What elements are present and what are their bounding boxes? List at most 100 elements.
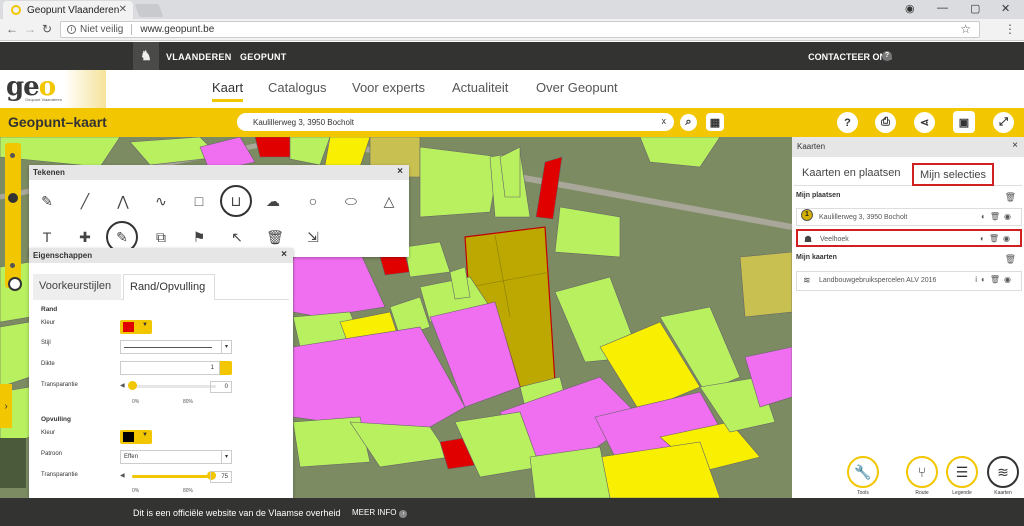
- marker-icon[interactable]: ✚: [73, 225, 97, 249]
- delete-icon[interactable]: 🗑: [990, 212, 1004, 221]
- nav-actualiteit[interactable]: Actualiteit: [452, 80, 508, 95]
- save-icon[interactable]: ▣: [953, 111, 975, 133]
- ellipse-icon[interactable]: ⬭: [339, 189, 363, 213]
- close-kaarten-icon[interactable]: ×: [1012, 140, 1018, 151]
- map-layer-item[interactable]: ≋ Landbouwgebruikspercelen ALV 2016 i◐🗑◉: [796, 271, 1022, 291]
- visibility-eye-icon[interactable]: ◉: [1003, 234, 1014, 243]
- vlaanderen-lion-icon[interactable]: ♞: [133, 42, 159, 70]
- parcel[interactable]: [379, 254, 411, 276]
- pencil-icon[interactable]: ✎: [35, 189, 59, 213]
- opacity-icon[interactable]: ◐: [981, 212, 990, 221]
- visibility-eye-icon[interactable]: ◉: [1004, 275, 1015, 284]
- geopunt-link[interactable]: GEOPUNT: [240, 52, 287, 62]
- help-icon[interactable]: ?: [882, 51, 892, 61]
- meer-info-link[interactable]: MEER INFO ›: [352, 508, 408, 518]
- expand-left-panel-icon[interactable]: ›: [0, 384, 12, 428]
- opacity-icon[interactable]: ◐: [980, 234, 989, 243]
- parcel[interactable]: [0, 321, 31, 388]
- circle-icon[interactable]: ○: [301, 189, 325, 213]
- security-indicator[interactable]: i Niet veilig: [67, 24, 123, 35]
- line-icon[interactable]: ╱: [73, 189, 97, 213]
- clear-search-icon[interactable]: x: [662, 116, 667, 126]
- rectangle-icon[interactable]: □: [187, 189, 211, 213]
- zoom-handle[interactable]: [8, 193, 18, 203]
- url-field[interactable]: i Niet veilig www.geopunt.be ☆: [60, 21, 980, 38]
- fullscreen-icon[interactable]: ⤢: [993, 112, 1014, 133]
- copy-shape-icon[interactable]: ⧉: [149, 225, 173, 249]
- delete-all-places-icon[interactable]: 🗑: [1005, 192, 1016, 203]
- rand-color-picker[interactable]: ▼: [120, 320, 152, 334]
- move-shape-icon[interactable]: ⚑: [187, 225, 211, 249]
- tab-kaarten-en-plaatsen[interactable]: Kaarten en plaatsen: [796, 163, 906, 186]
- place-item-veelhoek[interactable]: ☗ Veelhoek ◐🗑◉: [796, 229, 1022, 247]
- back-icon[interactable]: ←: [6, 22, 18, 36]
- polygon-icon[interactable]: ⊔: [220, 185, 252, 217]
- search-location-icon[interactable]: ⌕: [680, 114, 697, 131]
- minimize-icon[interactable]: —: [937, 2, 948, 14]
- vlaanderen-link[interactable]: VLAANDEREN: [166, 52, 232, 62]
- account-icon[interactable]: ◉: [905, 2, 915, 15]
- export-icon[interactable]: ⇲: [301, 225, 325, 249]
- nav-kaart[interactable]: Kaart: [212, 80, 244, 102]
- rand-stijl-select[interactable]: ▾: [120, 340, 232, 354]
- geopunt-logo[interactable]: geo Geopunt Vlaanderen: [0, 70, 106, 108]
- tab-rand-opvulling[interactable]: Rand/Opvulling: [123, 274, 215, 300]
- slider-left-icon[interactable]: ◀: [120, 382, 125, 389]
- close-window-icon[interactable]: ✕: [1001, 2, 1010, 15]
- rand-dikte-input[interactable]: 1: [120, 361, 220, 375]
- browser-tab[interactable]: Geopunt Vlaanderen ✕: [3, 1, 133, 19]
- select-icon[interactable]: ↖: [225, 225, 249, 249]
- search-input[interactable]: Kaulillerweg 3, 3950 Bocholt x: [237, 113, 674, 131]
- freehand-polygon-icon[interactable]: ☁: [261, 189, 285, 213]
- opvulling-color-picker[interactable]: ▼: [120, 430, 152, 444]
- close-tab-icon[interactable]: ✕: [119, 4, 127, 15]
- nav-over-geopunt[interactable]: Over Geopunt: [536, 80, 618, 95]
- zoom-out-icon[interactable]: [10, 263, 15, 268]
- layer-grid-icon[interactable]: ▦: [706, 113, 724, 131]
- close-eigenschappen-icon[interactable]: ×: [281, 249, 287, 260]
- new-tab-button[interactable]: [134, 4, 164, 17]
- place-item[interactable]: Kaulillerweg 3, 3950 Bocholt ◐🗑◉: [796, 208, 1022, 226]
- close-tekenen-icon[interactable]: ×: [397, 166, 403, 177]
- nav-catalogus[interactable]: Catalogus: [268, 80, 327, 95]
- tab-voorkeurstijlen[interactable]: Voorkeurstijlen: [33, 274, 121, 300]
- nav-voor-experts[interactable]: Voor experts: [352, 80, 425, 95]
- browser-menu-icon[interactable]: ⋮: [1004, 22, 1016, 36]
- basemap-thumbnail[interactable]: [0, 438, 26, 488]
- freehand-icon[interactable]: ∿: [149, 189, 173, 213]
- tools-button[interactable]: 🔧: [847, 456, 879, 488]
- legende-button[interactable]: ☰: [946, 456, 978, 488]
- opacity-icon[interactable]: ◐: [981, 275, 990, 284]
- help-button[interactable]: ?: [837, 112, 858, 133]
- route-button[interactable]: ⑂: [906, 456, 938, 488]
- maximize-icon[interactable]: ▢: [970, 2, 980, 15]
- kaarten-button[interactable]: ≋: [987, 456, 1019, 488]
- parcel[interactable]: [254, 137, 291, 158]
- contact-link[interactable]: CONTACTEER ONS: [808, 52, 892, 62]
- opvulling-transparantie-value[interactable]: 75: [210, 471, 232, 483]
- locate-icon[interactable]: [8, 277, 22, 291]
- parcel[interactable]: [739, 251, 792, 318]
- parcel[interactable]: [419, 146, 501, 218]
- rand-transparantie-value[interactable]: 0: [210, 381, 232, 393]
- reload-icon[interactable]: ↻: [42, 22, 52, 36]
- forward-icon[interactable]: →: [24, 22, 36, 36]
- delete-icon[interactable]: 🗑: [989, 234, 1003, 243]
- polyline-icon[interactable]: ⋀: [111, 189, 135, 213]
- slider-handle[interactable]: [128, 381, 137, 390]
- print-icon[interactable]: ⎙: [875, 112, 896, 133]
- slider-left-icon[interactable]: ◀: [120, 472, 125, 479]
- bookmark-star-icon[interactable]: ☆: [960, 22, 971, 36]
- visibility-eye-icon[interactable]: ◉: [1004, 212, 1015, 221]
- delete-all-maps-icon[interactable]: 🗑: [1005, 254, 1016, 265]
- tab-mijn-selecties[interactable]: Mijn selecties: [912, 163, 995, 186]
- delete-icon[interactable]: 🗑: [263, 225, 287, 249]
- triangle-icon[interactable]: △: [377, 189, 401, 213]
- patroon-select[interactable]: Effen ▾: [120, 450, 232, 464]
- share-icon[interactable]: ⋖: [914, 112, 935, 133]
- text-icon[interactable]: T: [35, 225, 59, 249]
- dikte-stepper[interactable]: [220, 361, 232, 375]
- zoom-in-icon[interactable]: [10, 153, 15, 158]
- delete-icon[interactable]: 🗑: [990, 275, 1004, 284]
- zoom-slider[interactable]: [5, 143, 21, 288]
